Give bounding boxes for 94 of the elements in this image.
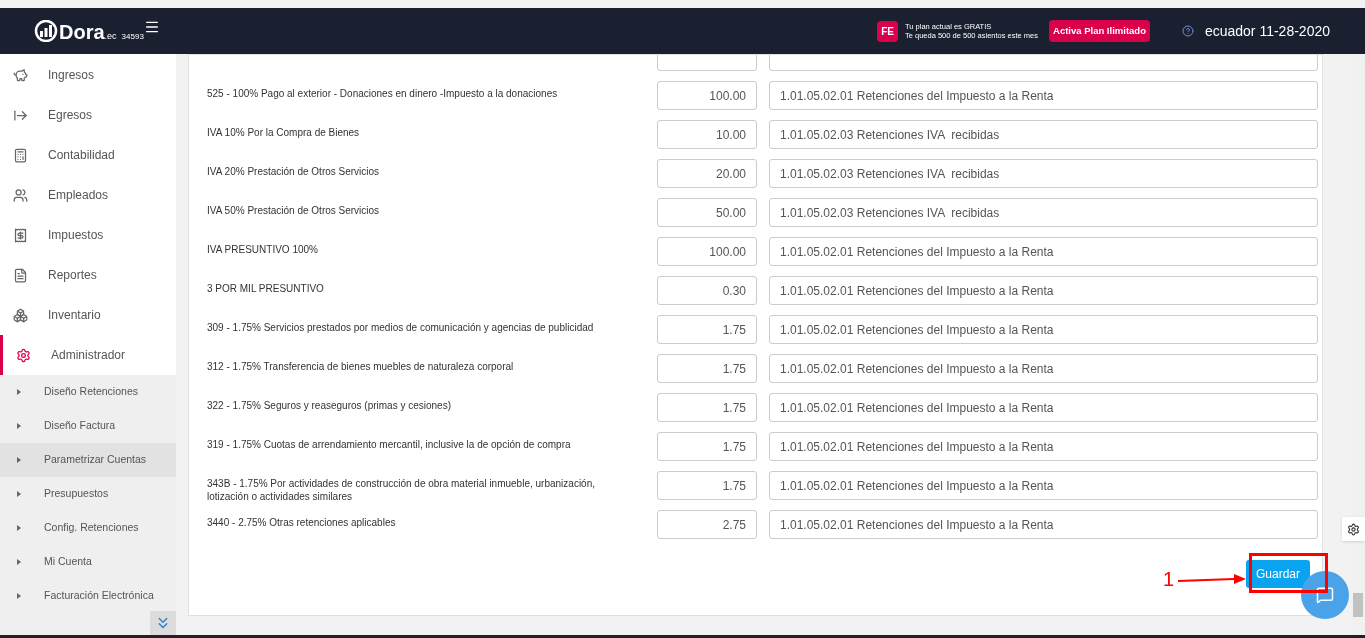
sidebar-item[interactable]: Empleados bbox=[0, 175, 176, 215]
sidebar-item[interactable]: Inventario bbox=[0, 295, 176, 335]
retention-label: 319 - 1.75% Cuotas de arrendamiento mercantil, inclusive la de opción de compra bbox=[207, 438, 572, 451]
sidebar-item[interactable]: Reportes bbox=[0, 255, 176, 295]
account-field[interactable]: 1.01.05.02.01 Retenciones del Impuesto a la Renta bbox=[769, 510, 1318, 539]
sidebar-item[interactable]: Ingresos bbox=[0, 55, 176, 95]
retention-label: 525 - 100% Pago al exterior - Donaciones en dinero -Impuesto a la donaciones bbox=[207, 87, 559, 100]
account-number: 34593 bbox=[121, 33, 144, 41]
account-field[interactable]: 1.01.05.02.01 Retenciones del Impuesto a la Renta bbox=[769, 471, 1318, 500]
sidebar-item[interactable]: Contabilidad bbox=[0, 135, 176, 175]
account-field[interactable]: 1.01.05.02.01 Retenciones del Impuesto a la Renta bbox=[769, 393, 1318, 422]
people-icon bbox=[13, 187, 28, 203]
settings-icon bbox=[16, 347, 31, 363]
document-icon bbox=[13, 267, 28, 283]
retention-label: 309 - 1.75% Servicios prestados por medios de comunicación y agencias de publicidad bbox=[207, 321, 595, 334]
submenu-label: Parametrizar Cuentas bbox=[44, 452, 147, 468]
expand-button[interactable] bbox=[150, 611, 176, 635]
retention-label: 343B - 1.75% Por actividades de construcción de obra material inmueble, urbanización, lotización o actividades similares bbox=[207, 477, 596, 503]
account-field[interactable]: 1.01.05.02.01 Retenciones del Impuesto a la Renta bbox=[769, 237, 1318, 266]
retention-label: 312 - 1.75% Transferencia de bienes muebles de naturaleza corporal bbox=[207, 360, 515, 373]
caret-icon bbox=[17, 457, 21, 463]
logo-suffix: .ec bbox=[104, 32, 117, 41]
submenu-label: Presupuestos bbox=[44, 486, 109, 502]
boxes-icon bbox=[13, 307, 28, 323]
submenu-item[interactable]: Mi Cuenta bbox=[0, 545, 176, 579]
submenu-item[interactable]: Parametrizar Cuentas bbox=[0, 443, 176, 477]
submenu-item[interactable]: Diseño Retenciones bbox=[0, 375, 176, 409]
arrow-icon bbox=[1178, 573, 1248, 585]
settings-icon bbox=[1347, 522, 1360, 536]
sidebar-label: Egresos bbox=[48, 107, 93, 124]
upgrade-button[interactable]: Activa Plan Ilimitado bbox=[1049, 19, 1150, 43]
account-field[interactable]: 1.01.05.02.01 Retenciones del Impuesto a la Renta bbox=[769, 315, 1318, 344]
account-field[interactable]: 1.01.05.02.01 Retenciones del Impuesto a la Renta bbox=[769, 276, 1318, 305]
submenu-label: Diseño Factura bbox=[44, 418, 116, 434]
chat-icon bbox=[1316, 586, 1334, 604]
caret-icon bbox=[17, 525, 21, 531]
sidebar-label: Reportes bbox=[48, 267, 97, 284]
caret-icon bbox=[17, 559, 21, 565]
account-field[interactable]: 1.01.05.02.03 Retenciones IVA recibidas bbox=[769, 120, 1318, 149]
caret-icon bbox=[17, 423, 21, 429]
retention-label: IVA 10% Por la Compra de Bienes bbox=[207, 126, 361, 139]
menu-icon[interactable] bbox=[143, 19, 160, 35]
receipt-icon bbox=[13, 227, 28, 243]
piggy-bank-icon bbox=[13, 67, 28, 83]
retention-label: IVA PRESUNTIVO 100% bbox=[207, 243, 319, 256]
percentage-field[interactable]: 1.75 bbox=[657, 354, 757, 383]
location-date: ecuador 11-28-2020 bbox=[1204, 21, 1330, 41]
retention-label: IVA 20% Prestación de Otros Servicios bbox=[207, 165, 381, 178]
help-icon[interactable] bbox=[1181, 25, 1194, 37]
annotation-number: 1 bbox=[1163, 569, 1175, 589]
logo-name: Dora bbox=[59, 22, 105, 42]
submenu-label: Config. Retenciones bbox=[44, 520, 139, 536]
logo-icon bbox=[33, 20, 59, 42]
account-field[interactable]: 1.01.05.02.03 Retenciones IVA recibidas bbox=[769, 198, 1318, 227]
percentage-field[interactable]: 0.30 bbox=[657, 276, 757, 305]
submenu-item[interactable]: Facturación Electrónica bbox=[0, 579, 176, 613]
sidebar-label: Empleados bbox=[48, 187, 109, 204]
sidebar-item[interactable]: Impuestos bbox=[0, 215, 176, 255]
percentage-field[interactable]: 1.75 bbox=[657, 393, 757, 422]
percentage-field[interactable]: 1.75 bbox=[657, 432, 757, 461]
percentage-field[interactable]: 100.00 bbox=[657, 237, 757, 266]
account-field[interactable]: 1.01.05.02.01 Retenciones del Impuesto a la Renta bbox=[769, 81, 1318, 110]
submenu-label: Mi Cuenta bbox=[44, 554, 92, 570]
retention-label: 3 POR MIL PRESUNTIVO bbox=[207, 282, 325, 295]
caret-icon bbox=[17, 593, 21, 599]
retention-label: 3440 - 2.75% Otras retenciones aplicables bbox=[207, 516, 397, 529]
plan-badge: FE bbox=[877, 20, 898, 42]
submenu-label: Facturación Electrónica bbox=[44, 588, 154, 604]
sidebar-label: Impuestos bbox=[48, 227, 104, 244]
sidebar-item[interactable]: Egresos bbox=[0, 95, 176, 135]
calculator-icon bbox=[13, 147, 28, 163]
caret-icon bbox=[17, 491, 21, 497]
submenu-item[interactable]: Presupuestos bbox=[0, 477, 176, 511]
caret-icon bbox=[17, 389, 21, 395]
sidebar-label: Ingresos bbox=[48, 67, 95, 84]
percentage-field[interactable]: 50.00 bbox=[657, 198, 757, 227]
settings-tab[interactable] bbox=[1342, 517, 1365, 541]
percentage-field[interactable]: 10.00 bbox=[657, 120, 757, 149]
submenu-item[interactable]: Config. Retenciones bbox=[0, 511, 176, 545]
percentage-field[interactable]: 1.75 bbox=[657, 471, 757, 500]
sidebar-label: Inventario bbox=[48, 307, 101, 324]
submenu-item[interactable]: Diseño Factura bbox=[0, 409, 176, 443]
percentage-field[interactable]: 1.75 bbox=[657, 315, 757, 344]
sidebar-label: Administrador bbox=[51, 347, 126, 364]
retention-label: 322 - 1.75% Seguros y reaseguros (primas y cesiones) bbox=[207, 399, 452, 412]
sidebar-label: Contabilidad bbox=[48, 147, 115, 164]
account-field[interactable]: 1.01.05.02.01 Retenciones del Impuesto a la Renta bbox=[769, 354, 1318, 383]
account-field[interactable]: 1.01.05.02.03 Retenciones IVA recibidas bbox=[769, 159, 1318, 188]
account-field[interactable]: 1.01.05.02.01 Retenciones del Impuesto a la Renta bbox=[769, 432, 1318, 461]
submenu-label: Diseño Retenciones bbox=[44, 384, 138, 400]
percentage-field[interactable]: 20.00 bbox=[657, 159, 757, 188]
percentage-field[interactable]: 2.75 bbox=[657, 510, 757, 539]
retention-label: IVA 50% Prestación de Otros Servicios bbox=[207, 204, 381, 217]
percentage-field[interactable]: 100.00 bbox=[657, 81, 757, 110]
